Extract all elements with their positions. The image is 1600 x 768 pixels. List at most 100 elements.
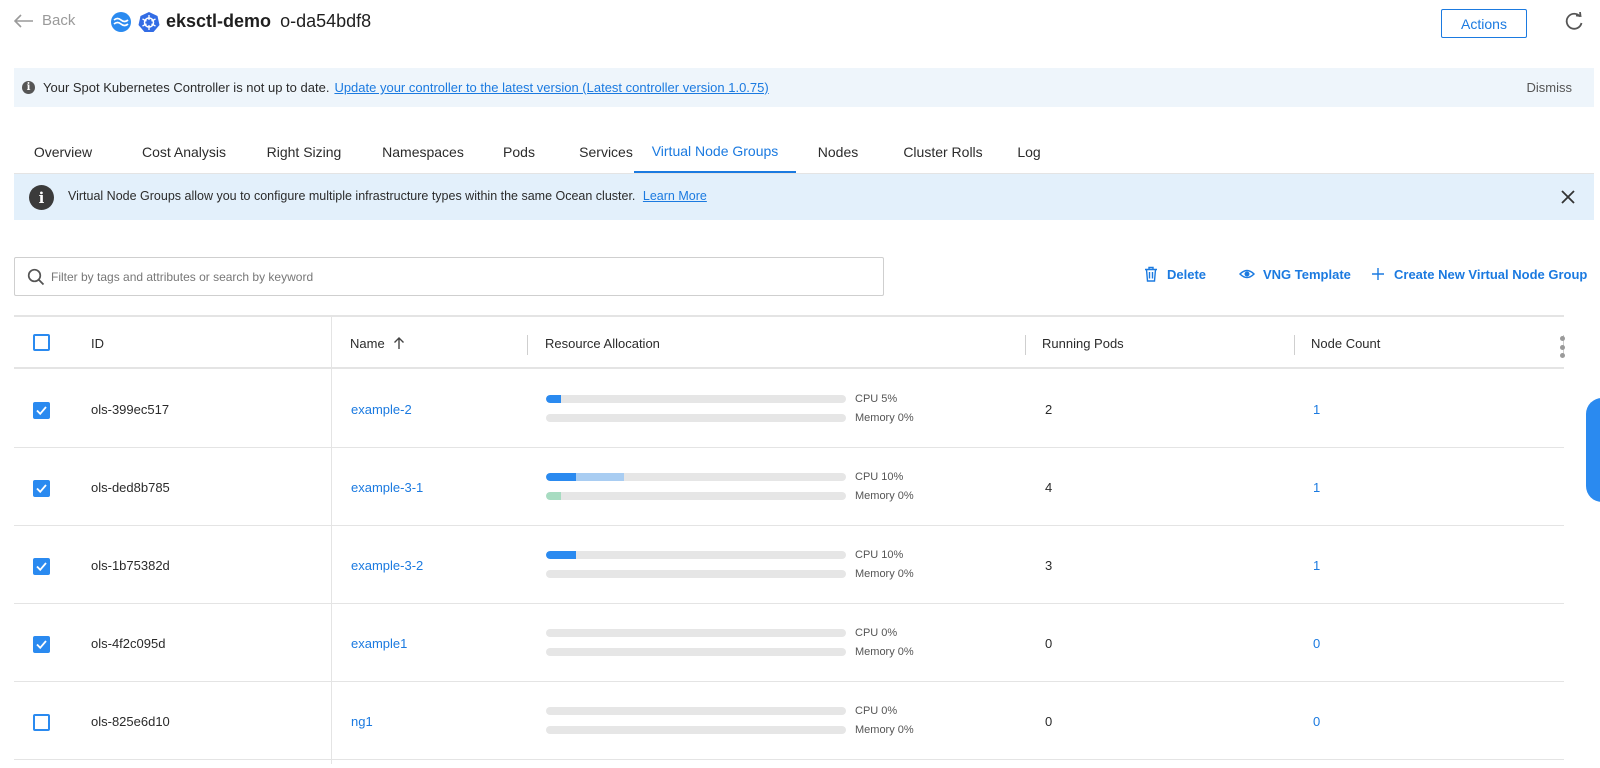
node-count-link[interactable]: 1 [1313, 402, 1320, 417]
cpu-allocation-label: CPU 10% [855, 471, 904, 483]
running-pods-count: 3 [1045, 558, 1053, 573]
column-header-id[interactable]: ID [91, 336, 104, 351]
select-all-checkbox[interactable] [33, 334, 50, 351]
vng-name-link[interactable]: example-2 [351, 402, 412, 417]
memory-used-fill [546, 492, 561, 500]
tab-right-sizing[interactable]: Right Sizing [244, 130, 364, 173]
update-controller-link[interactable]: Update your controller to the latest ver… [334, 80, 768, 95]
row-checkbox[interactable] [33, 480, 50, 497]
column-header-resource-allocation[interactable]: Resource Allocation [545, 336, 660, 351]
running-pods-count: 0 [1045, 714, 1053, 729]
tab-cost-analysis[interactable]: Cost Analysis [120, 130, 248, 173]
update-message: Your Spot Kubernetes Controller is not u… [43, 80, 330, 95]
learn-more-link[interactable]: Learn More [643, 189, 707, 203]
row-checkbox[interactable] [33, 636, 50, 653]
page-header: Back eksctl-demo o-da54bdf8 Actions [0, 0, 1600, 46]
back-button[interactable]: Back [14, 12, 75, 29]
vng-name-link[interactable]: ng1 [351, 714, 373, 729]
tab-overview[interactable]: Overview [14, 130, 112, 173]
vng-id: ols-1b75382d [91, 558, 170, 573]
cpu-used-fill [546, 473, 576, 481]
node-count-link[interactable]: 0 [1313, 714, 1320, 729]
vng-name-link[interactable]: example-3-1 [351, 480, 423, 495]
column-divider [1294, 335, 1295, 355]
kubernetes-logo-icon [138, 12, 160, 32]
cpu-used-fill [546, 395, 561, 403]
brand-logos [110, 11, 160, 33]
column-divider [1025, 335, 1026, 355]
table-row[interactable]: ols-ded8b785 example-3-1 CPU 10% Memory … [14, 448, 1564, 526]
memory-allocation-bar [546, 492, 846, 500]
info-icon: i [29, 185, 54, 210]
arrow-left-icon [14, 13, 33, 28]
tab-namespaces[interactable]: Namespaces [366, 130, 480, 173]
column-header-name[interactable]: Name [350, 336, 405, 351]
tab-log[interactable]: Log [1006, 130, 1052, 173]
memory-allocation-bar [546, 726, 846, 734]
cpu-allocation-bar [546, 473, 846, 481]
checkmark-icon [36, 640, 47, 650]
memory-allocation-label: Memory 0% [855, 646, 914, 658]
search-icon [27, 268, 45, 285]
row-checkbox[interactable] [33, 558, 50, 575]
close-icon[interactable] [1560, 189, 1576, 205]
delete-label: Delete [1167, 266, 1207, 282]
tab-pods[interactable]: Pods [484, 130, 554, 173]
ocean-logo-icon [111, 12, 131, 32]
memory-allocation-label: Memory 0% [855, 412, 914, 424]
column-header-running-pods[interactable]: Running Pods [1042, 336, 1124, 351]
actions-button[interactable]: Actions [1441, 9, 1527, 38]
table-row[interactable]: ols-399ec517 example-2 CPU 5% Memory 0% … [14, 370, 1564, 448]
sort-ascending-icon [393, 337, 404, 349]
plus-icon [1372, 268, 1384, 280]
memory-allocation-label: Memory 0% [855, 724, 914, 736]
cpu-allocation-label: CPU 0% [855, 705, 898, 717]
memory-allocation-bar [546, 648, 846, 656]
vng-id: ols-4f2c095d [91, 636, 166, 651]
info-icon: i [22, 81, 35, 94]
cpu-allocation-label: CPU 10% [855, 549, 904, 561]
cpu-requested-fill [576, 473, 624, 481]
back-label: Back [42, 12, 76, 29]
refresh-icon[interactable] [1564, 12, 1584, 32]
delete-button[interactable]: Delete [1143, 266, 1206, 282]
table-row[interactable]: ols-4f2c095d example1 CPU 0% Memory 0% 0… [14, 604, 1564, 682]
tab-virtual-node-groups[interactable]: Virtual Node Groups [634, 130, 796, 173]
side-panel-handle[interactable] [1586, 398, 1600, 502]
cpu-used-fill [546, 551, 576, 559]
column-options-icon[interactable] [1560, 336, 1566, 358]
cluster-id: o-da54bdf8 [280, 11, 372, 31]
node-count-link[interactable]: 0 [1313, 636, 1320, 651]
page-title: eksctl-demo o-da54bdf8 [166, 11, 371, 32]
vng-name-link[interactable]: example1 [351, 636, 407, 651]
trash-icon [1145, 266, 1157, 282]
tab-cluster-rolls[interactable]: Cluster Rolls [888, 130, 998, 173]
row-checkbox[interactable] [33, 402, 50, 419]
tab-nodes[interactable]: Nodes [802, 130, 874, 173]
dismiss-button[interactable]: Dismiss [1527, 80, 1573, 95]
node-count-link[interactable]: 1 [1313, 558, 1320, 573]
checkmark-icon [36, 562, 47, 572]
vng-name-link[interactable]: example-3-2 [351, 558, 423, 573]
create-vng-button[interactable]: Create New Virtual Node Group [1370, 266, 1587, 282]
row-checkbox[interactable] [33, 714, 50, 731]
search-input[interactable] [51, 269, 851, 284]
cpu-allocation-bar [546, 551, 846, 559]
cpu-allocation-label: CPU 0% [855, 627, 898, 639]
cpu-allocation-bar [546, 629, 846, 637]
controller-update-banner: i Your Spot Kubernetes Controller is not… [14, 68, 1594, 107]
running-pods-count: 4 [1045, 480, 1053, 495]
search-field [14, 257, 884, 296]
column-header-node-count[interactable]: Node Count [1311, 336, 1380, 351]
memory-allocation-bar [546, 414, 846, 422]
table-header: ID Name Resource Allocation Running Pods… [14, 315, 1564, 369]
column-header-name-label: Name [350, 336, 385, 351]
vng-template-button[interactable]: VNG Template [1239, 266, 1351, 282]
running-pods-count: 2 [1045, 402, 1053, 417]
table-row[interactable]: ols-825e6d10 ng1 CPU 0% Memory 0% 0 0 [14, 682, 1564, 760]
cpu-allocation-bar [546, 707, 846, 715]
vng-id: ols-399ec517 [91, 402, 170, 417]
table-row[interactable]: ols-1b75382d example-3-2 CPU 10% Memory … [14, 526, 1564, 604]
cluster-tabs: Overview Cost Analysis Right Sizing Name… [14, 130, 1594, 174]
node-count-link[interactable]: 1 [1313, 480, 1320, 495]
